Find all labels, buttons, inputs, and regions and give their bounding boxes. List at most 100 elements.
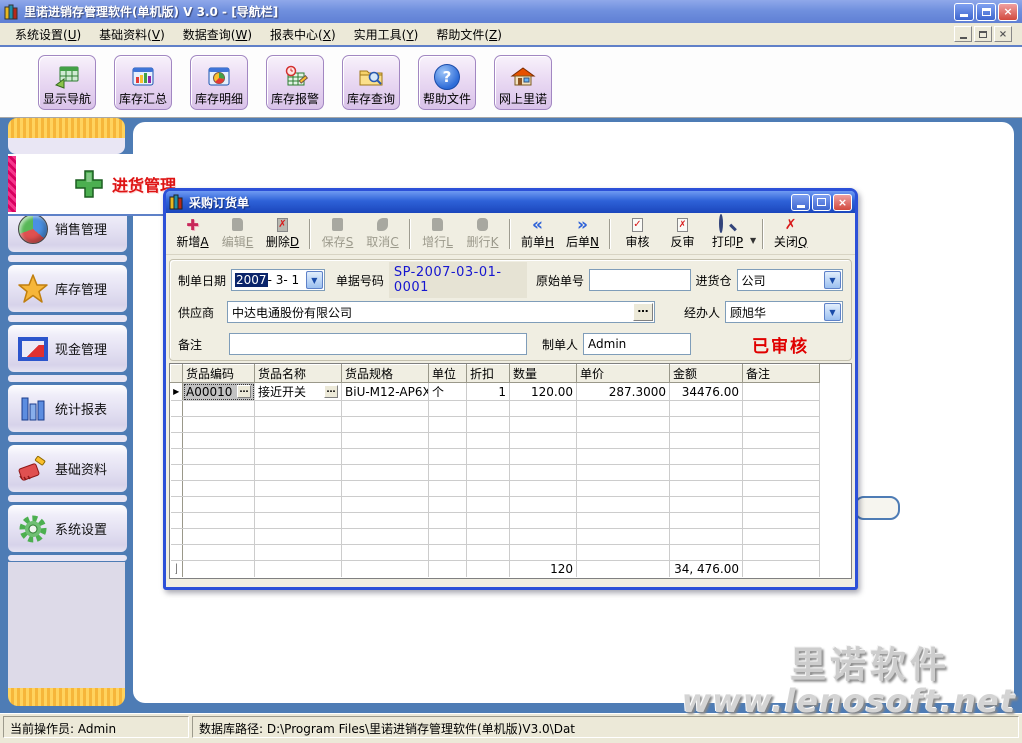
dialog-maximize-icon [817, 198, 826, 206]
dialog-minimize-button[interactable] [791, 194, 810, 211]
chevron-down-icon[interactable]: ▼ [306, 271, 323, 289]
column-header[interactable]: 单价 [577, 365, 670, 383]
prev-icon: « [532, 217, 543, 233]
order-date-picker[interactable]: 2007- 3- 1 ▼ [231, 269, 325, 291]
sidebar-item-reports[interactable]: 统计报表 [8, 385, 127, 432]
dialog-icon [169, 194, 185, 210]
mdi-close-button[interactable]: × [994, 26, 1012, 42]
menu-bar: 系统设置(U) 基础资料(V) 数据查询(W) 报表中心(X) 实用工具(Y) … [0, 23, 1022, 47]
app-icon [4, 4, 20, 20]
gear-icon [16, 512, 50, 546]
handler-select[interactable]: 顾旭华 ▼ [725, 301, 843, 323]
column-header[interactable]: 货品规格 [342, 365, 429, 383]
name-lookup-button[interactable]: … [324, 385, 338, 398]
item-unit-cell[interactable]: 个 [429, 383, 467, 401]
restore-button[interactable] [976, 3, 996, 21]
marker-column-header [171, 365, 183, 383]
toolbar-stock-detail-button[interactable]: 库存明细 [190, 55, 248, 110]
restore-icon [982, 8, 991, 16]
menu-system-settings[interactable]: 系统设置(U) [6, 23, 90, 46]
next-order-button[interactable]: » 后单N [560, 215, 605, 253]
dialog-close-button[interactable]: × [833, 194, 852, 211]
remark-input[interactable] [229, 333, 527, 355]
mdi-restore-button[interactable] [974, 26, 992, 42]
toolbar-separator [762, 219, 764, 249]
print-button[interactable]: 打印P [705, 215, 750, 253]
toolbar-online-button[interactable]: 网上里诺 [494, 55, 552, 110]
menu-data-query[interactable]: 数据查询(W) [174, 23, 261, 46]
empty-row [171, 529, 820, 545]
close-order-button[interactable]: ✗ 关闭Q [768, 215, 813, 253]
toolbar-help-button[interactable]: ? 帮助文件 [418, 55, 476, 110]
item-discount-cell[interactable]: 1 [467, 383, 510, 401]
menu-base-data[interactable]: 基础资料(V) [90, 23, 174, 46]
warehouse-label: 进货仓 [696, 272, 732, 289]
doc-no-value: SP-2007-03-01-0001 [389, 262, 527, 298]
totals-row-marker [171, 561, 183, 577]
toolbar-show-navigation-button[interactable]: 显示导航 [38, 55, 96, 110]
table-row[interactable]: ▶ A00010… 接近开关… BiU-M12-AP6X-H 个 1 120.0… [171, 383, 820, 401]
column-header[interactable]: 货品编码 [183, 365, 255, 383]
empty-row [171, 513, 820, 529]
chevron-down-icon[interactable]: ▼ [824, 271, 841, 289]
orig-no-input[interactable] [589, 269, 691, 291]
item-name-cell[interactable]: 接近开关… [255, 383, 342, 401]
column-header[interactable]: 金额 [670, 365, 743, 383]
brush-icon [16, 452, 50, 486]
stock-query-icon [357, 64, 385, 90]
sidebar-item-base-data[interactable]: 基础资料 [8, 445, 127, 492]
audit-button[interactable]: ✓ 审核 [615, 215, 660, 253]
unaudit-button[interactable]: ✗ 反审 [660, 215, 705, 253]
item-qty-cell[interactable]: 120.00 [510, 383, 577, 401]
menu-utilities[interactable]: 实用工具(Y) [345, 23, 428, 46]
supplier-input[interactable]: 中达电通股份有限公司 … [227, 301, 655, 323]
save-button: 保存S [315, 215, 360, 253]
item-price-cell[interactable]: 287.3000 [577, 383, 670, 401]
sidebar-item-inventory[interactable]: 库存管理 [8, 265, 127, 312]
cancel-icon [377, 217, 388, 233]
chevron-down-icon[interactable]: ▼ [824, 303, 841, 321]
sidebar-top-strip [8, 138, 125, 154]
column-header[interactable]: 备注 [743, 365, 820, 383]
supplier-label: 供应商 [178, 304, 214, 321]
minimize-icon [960, 14, 968, 17]
toolbar-stock-query-button[interactable]: 库存查询 [342, 55, 400, 110]
column-header[interactable]: 数量 [510, 365, 577, 383]
item-spec-cell[interactable]: BiU-M12-AP6X-H [342, 383, 429, 401]
background-partial-field[interactable] [854, 496, 900, 520]
help-icon: ? [433, 64, 461, 90]
new-button[interactable]: ✚ 新增A [170, 215, 215, 253]
next-icon: » [577, 217, 588, 233]
column-header[interactable]: 折扣 [467, 365, 510, 383]
item-amount-cell[interactable]: 34476.00 [670, 383, 743, 401]
dialog-maximize-button[interactable] [812, 194, 831, 211]
close-icon: × [1003, 5, 1012, 18]
minimize-button[interactable] [954, 3, 974, 21]
warehouse-select[interactable]: 公司 ▼ [737, 269, 843, 291]
order-items-grid: 货品编码 货品名称 货品规格 单位 折扣 数量 单价 金额 备注 [169, 363, 852, 579]
sidebar-item-settings[interactable]: 系统设置 [8, 505, 127, 552]
print-dropdown-button[interactable]: ▼ [750, 236, 756, 245]
menu-report-center[interactable]: 报表中心(X) [261, 23, 345, 46]
delete-button[interactable]: ✗ 删除D [260, 215, 305, 253]
mdi-minimize-button[interactable] [954, 26, 972, 42]
sidebar-item-cash[interactable]: 现金管理 [8, 325, 127, 372]
column-header[interactable]: 单位 [429, 365, 467, 383]
item-remark-cell[interactable] [743, 383, 820, 401]
toolbar-stock-summary-button[interactable]: 库存汇总 [114, 55, 172, 110]
toolbar-stock-alert-button[interactable]: 库存报警 [266, 55, 324, 110]
item-code-cell[interactable]: A00010… [183, 383, 255, 401]
creator-input[interactable]: Admin [583, 333, 691, 355]
supplier-lookup-button[interactable]: … [633, 303, 653, 321]
watermark-brand: 里诺软件 [790, 636, 950, 688]
close-button[interactable]: × [998, 3, 1018, 21]
edit-button: 编辑E [215, 215, 260, 253]
doc-no-label: 单据号码 [336, 272, 384, 289]
operator-status: 当前操作员: Admin [3, 716, 189, 738]
column-header[interactable]: 货品名称 [255, 365, 342, 383]
previous-order-button[interactable]: « 前单H [515, 215, 560, 253]
sidebar-lower-panel [8, 562, 125, 688]
mdi-close-icon: × [999, 29, 1007, 40]
menu-help[interactable]: 帮助文件(Z) [427, 23, 511, 46]
code-lookup-button[interactable]: … [237, 385, 251, 398]
